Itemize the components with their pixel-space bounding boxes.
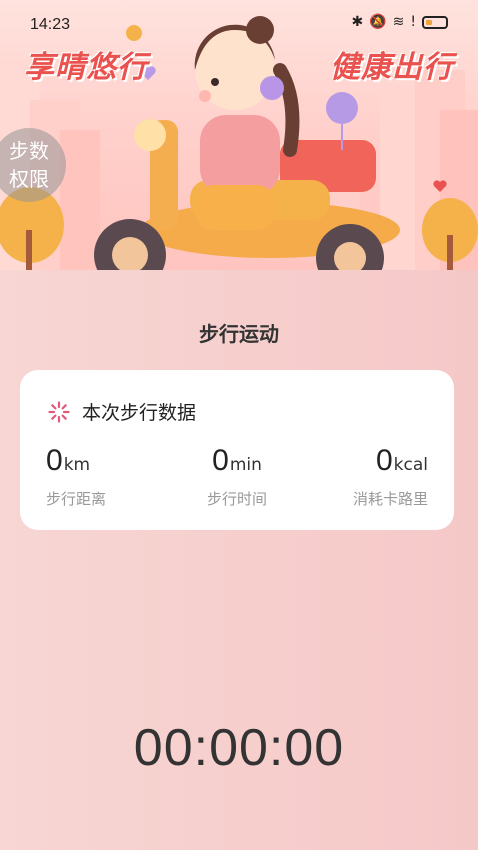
status-bar: 14:23 ✱ 🔕 ≋ !	[0, 0, 478, 46]
slogan-left: 享晴悠行	[24, 50, 148, 85]
header-banner: 14:23 ✱ 🔕 ≋ ! 享晴悠行 健康出行	[0, 0, 478, 270]
metric-calories: 0kcal 消耗卡路里	[288, 444, 428, 509]
distance-label: 步行距离	[46, 490, 107, 508]
battery-icon	[422, 15, 448, 29]
calories-label: 消耗卡路里	[352, 490, 428, 508]
bluetooth-icon: ✱	[351, 14, 364, 30]
page-title: 步行运动	[199, 322, 279, 346]
time-label: 步行时间	[206, 490, 267, 508]
alert-icon: !	[410, 14, 416, 30]
status-icons: ✱ 🔕 ≋ !	[351, 14, 448, 30]
calories-value: 0	[375, 444, 393, 477]
status-time: 14:23	[30, 16, 71, 33]
wifi-icon: ≋	[392, 14, 405, 30]
card-title: 本次步行数据	[82, 402, 197, 424]
calories-unit: kcal	[393, 455, 428, 475]
distance-unit: km	[63, 455, 91, 475]
metric-distance: 0km 步行距离	[46, 444, 186, 509]
time-value: 0	[212, 444, 229, 477]
walk-data-card: 本次步行数据 0km 步行距离 0min 步行时间 0kcal 消耗卡路里	[20, 370, 454, 530]
metric-time: 0min 步行时间	[167, 444, 307, 509]
time-unit: min	[229, 455, 262, 475]
spinner-icon	[48, 400, 70, 423]
step-permission-label: 步数权限	[9, 139, 49, 191]
slogan-right: 健康出行	[330, 50, 454, 85]
elapsed-timer: 00:00:00	[133, 719, 345, 777]
mute-icon: 🔕	[369, 14, 387, 30]
distance-value: 0	[46, 444, 63, 477]
card-header: 本次步行数据	[48, 398, 196, 425]
